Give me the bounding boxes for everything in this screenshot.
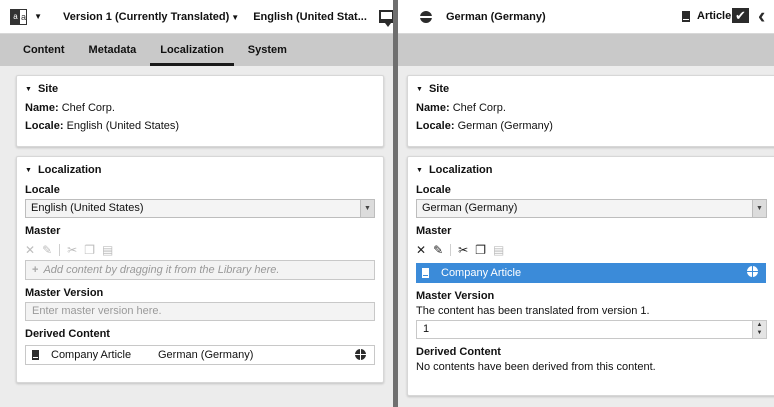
right-header-bar: German (Germany) Article ✔ ‹ — [398, 0, 774, 34]
master-label: Master — [25, 225, 61, 237]
globe-icon — [747, 266, 758, 277]
left-header-bar: a a ▼ Version 1 (Currently Translated) ▼ … — [0, 0, 393, 34]
checkmark-icon[interactable]: ✔ — [732, 8, 749, 23]
tab-content[interactable]: Content — [11, 34, 77, 66]
site-panel: ▼ Site Name: Chef Corp. Locale: English (… — [16, 75, 384, 147]
derived-content-locale: German (Germany) — [158, 349, 254, 361]
cut-icon[interactable]: ✂ — [458, 243, 468, 257]
master-version-value: 1 — [423, 323, 430, 335]
copy-icon[interactable]: ❐ — [84, 243, 95, 257]
right-editor-pane: German (Germany) Article ✔ ‹ ▼ Site Name:… — [398, 0, 774, 407]
site-name-row: Name: Chef Corp. — [416, 102, 506, 114]
globe-icon — [355, 349, 366, 360]
derived-content-name: Company Article — [51, 349, 132, 361]
tab-bar: Content Metadata Localization System — [0, 34, 393, 66]
master-version-input[interactable]: Enter master version here. — [25, 302, 375, 321]
spinner-arrows-icon[interactable]: ▲ ▼ — [752, 321, 766, 338]
master-version-spinner[interactable]: 1 ▲ ▼ — [416, 320, 767, 339]
master-version-label: Master Version — [416, 290, 495, 302]
translate-icon[interactable]: a a — [10, 8, 28, 25]
right-tab-bar — [398, 34, 774, 66]
locale-select[interactable]: German (Germany) ▼ — [416, 199, 767, 218]
localization-panel-header[interactable]: ▼ Localization — [17, 157, 383, 180]
site-name-row: Name: Chef Corp. — [25, 102, 115, 114]
locale-select[interactable]: English (United States) ▼ — [25, 199, 375, 218]
tab-system[interactable]: System — [236, 34, 299, 66]
toolbar-divider — [450, 244, 452, 256]
edit-icon[interactable]: ✎ — [42, 243, 52, 257]
remove-icon[interactable]: ✕ — [25, 243, 35, 257]
master-toolbar: ✕ ✎ ✂ ❐ ▤ — [408, 240, 774, 260]
plus-icon: + — [32, 264, 39, 276]
collapse-triangle-icon: ▼ — [416, 167, 423, 174]
chevron-down-icon[interactable]: ▼ — [752, 200, 766, 217]
derived-content-row[interactable]: Company Article German (Germany) — [25, 345, 375, 365]
paste-icon[interactable]: ▤ — [493, 243, 504, 257]
remove-icon[interactable]: ✕ — [416, 243, 426, 257]
master-dropzone[interactable]: + Add content by dragging it from the Lib… — [25, 260, 375, 280]
chevron-down-icon: ▼ — [231, 12, 240, 22]
site-panel: ▼ Site Name: Chef Corp. Locale: German (G… — [407, 75, 774, 147]
master-version-label: Master Version — [25, 287, 104, 299]
localization-panel: ▼ Localization Locale German (Germany) ▼ M… — [407, 156, 774, 396]
master-version-text: The content has been translated from ver… — [416, 305, 650, 317]
article-icon — [682, 11, 690, 22]
collapse-triangle-icon: ▼ — [25, 167, 32, 174]
master-content-item[interactable]: Company Article — [416, 263, 766, 283]
locale-label: Locale — [416, 184, 451, 196]
master-toolbar: ✕ ✎ ✂ ❐ ▤ — [17, 240, 383, 260]
edit-icon[interactable]: ✎ — [433, 243, 443, 257]
locale-label: Locale — [25, 184, 60, 196]
version-selector[interactable]: Version 1 (Currently Translated) ▼ — [63, 11, 239, 23]
collapse-triangle-icon: ▼ — [25, 86, 32, 93]
site-panel-header[interactable]: ▼ Site — [408, 76, 774, 99]
article-icon — [422, 268, 429, 278]
derived-content-text: No contents have been derived from this … — [416, 361, 656, 373]
language-selector[interactable]: English (United Stat... — [253, 11, 367, 23]
comment-icon[interactable] — [378, 10, 393, 27]
paste-icon[interactable]: ▤ — [102, 243, 113, 257]
tab-localization[interactable]: Localization — [148, 34, 236, 66]
version-label: Version 1 (Currently Translated) — [63, 10, 230, 23]
article-icon — [32, 350, 39, 360]
derived-content-label: Derived Content — [25, 328, 110, 340]
document-type-label: Article — [697, 10, 732, 22]
collapse-triangle-icon: ▼ — [416, 86, 423, 93]
chevron-left-icon[interactable]: ‹ — [758, 3, 765, 29]
master-content-name: Company Article — [441, 267, 522, 279]
copy-icon[interactable]: ❐ — [475, 243, 486, 257]
site-panel-header[interactable]: ▼ Site — [17, 76, 383, 99]
localization-panel: ▼ Localization Locale English (United Sta… — [16, 156, 384, 383]
toolbar-divider — [59, 244, 61, 256]
tab-metadata[interactable]: Metadata — [77, 34, 149, 66]
globe-icon — [420, 10, 432, 23]
target-locale-label: German (Germany) — [446, 10, 546, 23]
site-locale-row: Locale: English (United States) — [25, 120, 180, 132]
master-label: Master — [416, 225, 452, 237]
chevron-down-icon[interactable]: ▼ — [360, 200, 374, 217]
site-locale-row: Locale: German (Germany) — [416, 120, 553, 132]
left-editor-pane: a a ▼ Version 1 (Currently Translated) ▼ … — [0, 0, 393, 407]
derived-content-label: Derived Content — [416, 346, 501, 358]
translate-menu-chevron-icon[interactable]: ▼ — [34, 12, 42, 21]
localization-panel-header[interactable]: ▼ Localization — [408, 157, 774, 180]
cut-icon[interactable]: ✂ — [67, 243, 77, 257]
